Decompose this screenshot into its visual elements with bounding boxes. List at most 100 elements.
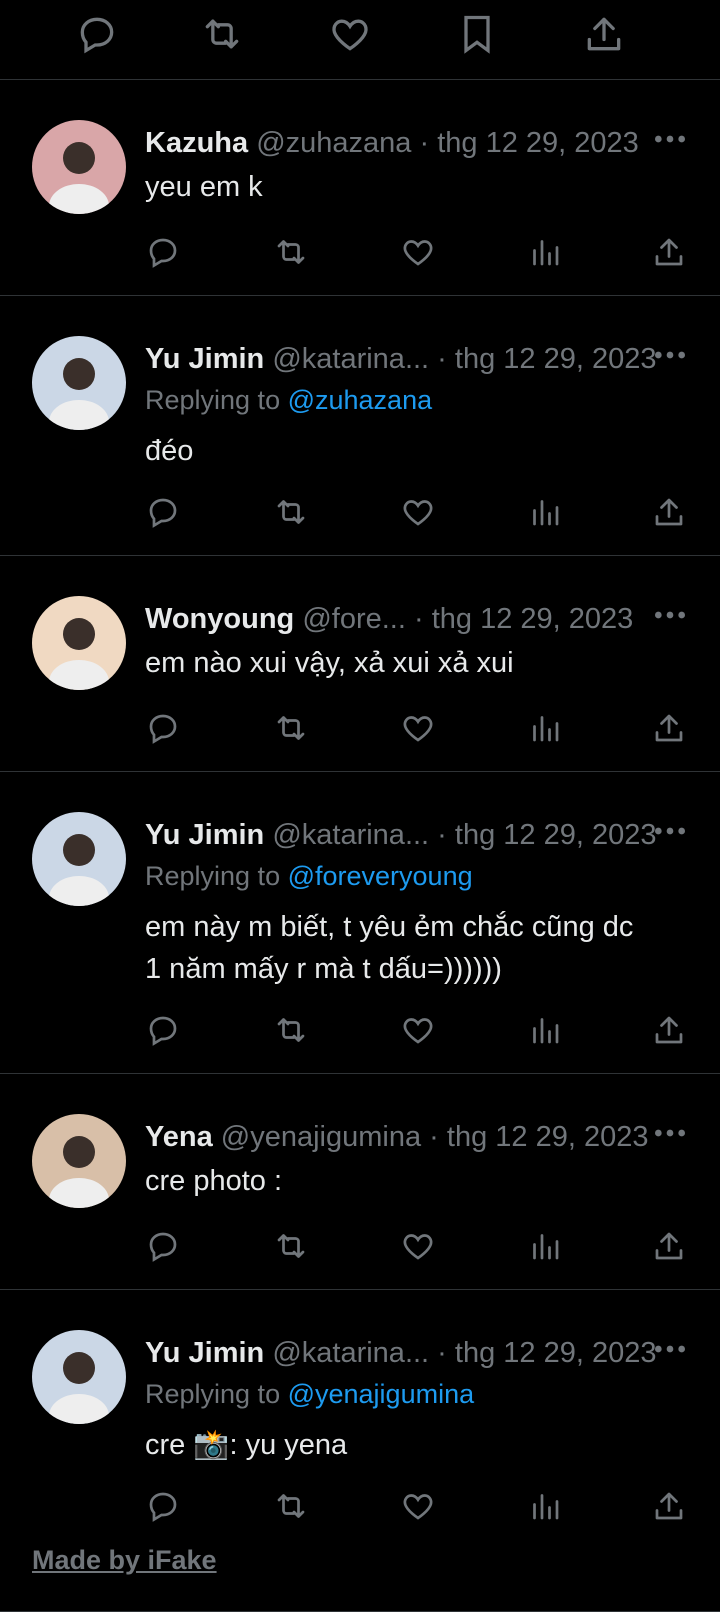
tweet-actions [0, 490, 720, 534]
replying-to: Replying to @yenajigumina [145, 1376, 474, 1412]
display-name[interactable]: Yena [145, 1121, 213, 1153]
tweet-text: em này m biết, t yêu ẻm chắc cũng dc 1 n… [145, 911, 634, 985]
timestamp[interactable]: thg 12 29, 2023 [447, 1121, 649, 1153]
avatar[interactable] [32, 812, 126, 906]
tweet-actions [0, 1008, 720, 1052]
reply-icon[interactable] [75, 12, 119, 56]
tweet-header: Yu Jimin @katarina... · thg 12 29, 2023 [145, 815, 665, 855]
display-name[interactable]: Yu Jimin [145, 819, 264, 851]
separator: · [411, 127, 438, 159]
separator: · [405, 603, 432, 635]
timestamp[interactable]: thg 12 29, 2023 [455, 819, 657, 851]
handle[interactable]: @fore... [302, 603, 406, 635]
avatar[interactable] [32, 120, 126, 214]
handle[interactable]: @yenajigumina [221, 1121, 421, 1153]
tweet[interactable]: Yu Jimin @katarina... · thg 12 29, 2023 … [0, 296, 720, 556]
like-icon[interactable] [396, 1008, 440, 1052]
more-icon[interactable] [650, 124, 690, 154]
views-icon[interactable] [523, 230, 567, 274]
replying-to-label: Replying to [145, 1379, 288, 1409]
handle[interactable]: @zuhazana [256, 127, 411, 159]
like-icon[interactable] [396, 230, 440, 274]
handle[interactable]: @katarina... [272, 819, 429, 851]
tweet-actions [0, 706, 720, 750]
more-icon[interactable] [650, 816, 690, 846]
share-icon[interactable] [647, 1008, 691, 1052]
share-icon[interactable] [647, 490, 691, 534]
views-icon[interactable] [523, 1008, 567, 1052]
tweet-actions [0, 1224, 720, 1268]
replying-to-handle[interactable]: @foreveryoung [288, 861, 473, 891]
tweet-text: yeu em k [145, 171, 263, 203]
tweet-text: cre photo : [145, 1165, 283, 1197]
share-icon[interactable] [582, 12, 626, 56]
share-icon[interactable] [647, 230, 691, 274]
top-action-bar [0, 0, 720, 80]
share-icon[interactable] [647, 1484, 691, 1528]
display-name[interactable]: Wonyoung [145, 603, 294, 635]
tweet[interactable]: Yena @yenajigumina · thg 12 29, 2023 cre… [0, 1074, 720, 1290]
tweet-text: đéo [145, 435, 194, 467]
tweet-header: Wonyoung @fore... · thg 12 29, 2023 [145, 599, 665, 639]
display-name[interactable]: Kazuha [145, 127, 248, 159]
avatar[interactable] [32, 596, 126, 690]
watermark: Made by iFake [32, 1545, 217, 1575]
reply-icon[interactable] [141, 230, 185, 274]
tweet-actions [0, 230, 720, 274]
replying-to-handle[interactable]: @yenajigumina [288, 1379, 475, 1409]
views-icon[interactable] [523, 1484, 567, 1528]
tweet-header: Yu Jimin @katarina... · thg 12 29, 2023 [145, 1333, 665, 1373]
views-icon[interactable] [523, 1224, 567, 1268]
tweet[interactable]: Wonyoung @fore... · thg 12 29, 2023 em n… [0, 556, 720, 772]
display-name[interactable]: Yu Jimin [145, 343, 264, 375]
avatar[interactable] [32, 336, 126, 430]
handle[interactable]: @katarina... [272, 343, 429, 375]
like-icon[interactable] [396, 706, 440, 750]
timestamp[interactable]: thg 12 29, 2023 [432, 603, 634, 635]
tweet-header: Yu Jimin @katarina... · thg 12 29, 2023 [145, 339, 665, 379]
like-icon[interactable] [396, 1224, 440, 1268]
like-icon[interactable] [396, 1484, 440, 1528]
timestamp[interactable]: thg 12 29, 2023 [455, 343, 657, 375]
reply-icon[interactable] [141, 490, 185, 534]
retweet-icon[interactable] [269, 490, 313, 534]
retweet-icon[interactable] [200, 12, 244, 56]
views-icon[interactable] [523, 706, 567, 750]
replying-to-label: Replying to [145, 385, 288, 415]
avatar[interactable] [32, 1114, 126, 1208]
timestamp[interactable]: thg 12 29, 2023 [455, 1337, 657, 1369]
reply-icon[interactable] [141, 1008, 185, 1052]
reply-icon[interactable] [141, 1484, 185, 1528]
replying-to-handle[interactable]: @zuhazana [288, 385, 433, 415]
retweet-icon[interactable] [269, 706, 313, 750]
avatar[interactable] [32, 1330, 126, 1424]
tweet[interactable]: Yu Jimin @katarina... · thg 12 29, 2023 … [0, 772, 720, 1074]
display-name[interactable]: Yu Jimin [145, 1337, 264, 1369]
tweet-header: Yena @yenajigumina · thg 12 29, 2023 [145, 1117, 665, 1157]
handle[interactable]: @katarina... [272, 1337, 429, 1369]
separator: · [421, 1121, 447, 1153]
more-icon[interactable] [650, 340, 690, 370]
share-icon[interactable] [647, 706, 691, 750]
tweet-text: cre 📸: yu yena [145, 1429, 348, 1461]
retweet-icon[interactable] [269, 1484, 313, 1528]
retweet-icon[interactable] [269, 1008, 313, 1052]
bookmark-icon[interactable] [455, 12, 499, 56]
more-icon[interactable] [650, 600, 690, 630]
timestamp[interactable]: thg 12 29, 2023 [437, 127, 639, 159]
reply-icon[interactable] [141, 706, 185, 750]
like-icon[interactable] [328, 12, 372, 56]
tweet-header: Kazuha @zuhazana · thg 12 29, 2023 [145, 123, 665, 163]
more-icon[interactable] [650, 1334, 690, 1364]
retweet-icon[interactable] [269, 1224, 313, 1268]
retweet-icon[interactable] [269, 230, 313, 274]
replying-to: Replying to @zuhazana [145, 382, 432, 418]
replying-to-label: Replying to [145, 861, 288, 891]
reply-icon[interactable] [141, 1224, 185, 1268]
views-icon[interactable] [523, 490, 567, 534]
tweet-actions [0, 1484, 720, 1528]
like-icon[interactable] [396, 490, 440, 534]
share-icon[interactable] [647, 1224, 691, 1268]
more-icon[interactable] [650, 1118, 690, 1148]
tweet[interactable]: Kazuha @zuhazana · thg 12 29, 2023 yeu e… [0, 80, 720, 296]
